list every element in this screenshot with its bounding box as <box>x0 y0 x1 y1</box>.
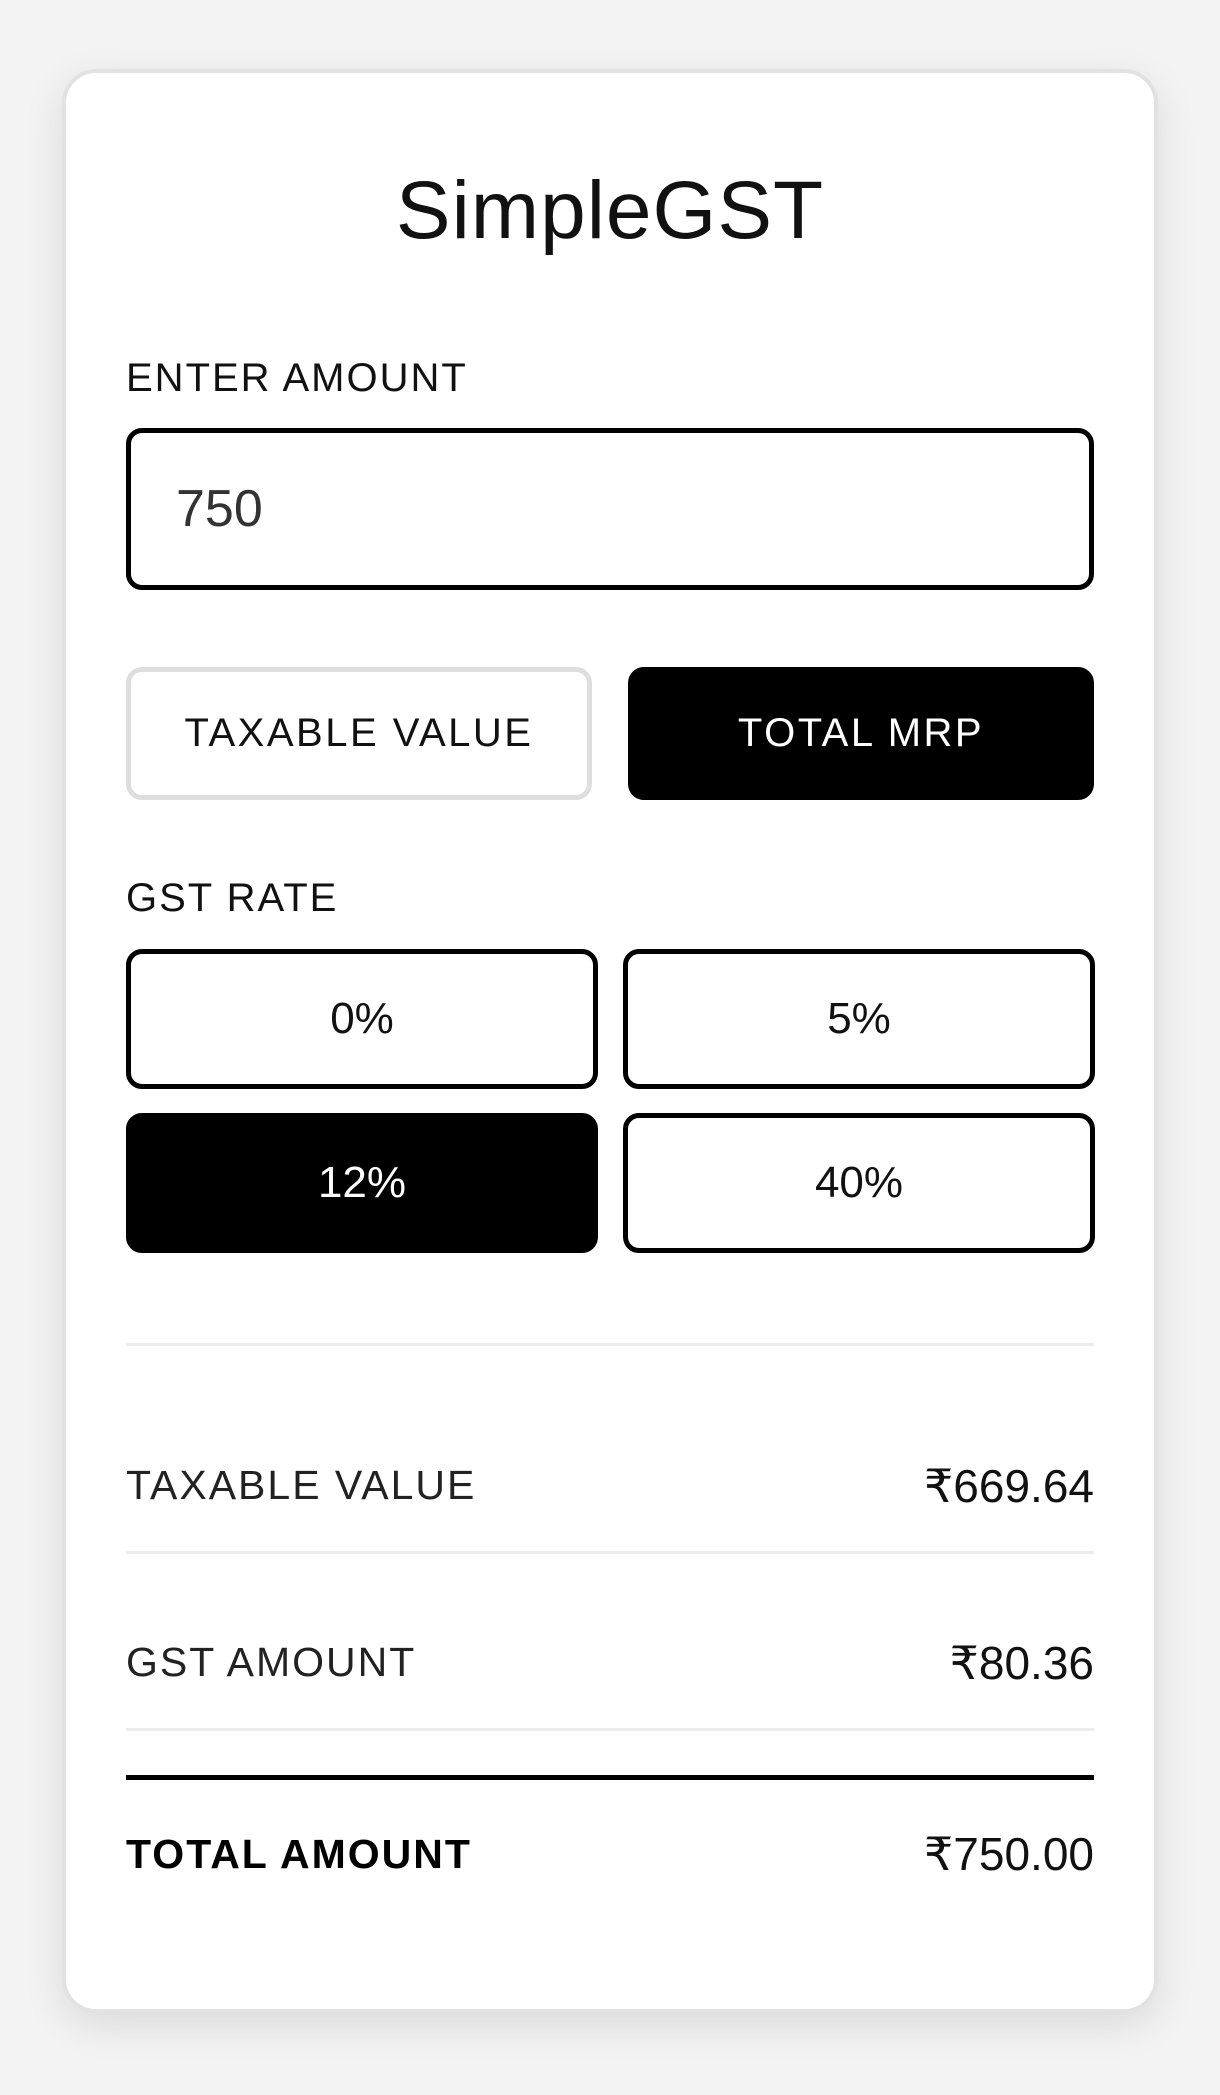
gst-rate-label: GST RATE <box>126 876 339 920</box>
total-divider <box>126 1775 1094 1780</box>
total-amount-label: TOTAL AMOUNT <box>126 1831 472 1877</box>
amount-input[interactable] <box>126 428 1094 590</box>
rate-40-button[interactable]: 40% <box>623 1113 1095 1253</box>
gst-amount-label: GST AMOUNT <box>126 1639 417 1685</box>
rate-0-button[interactable]: 0% <box>126 949 598 1089</box>
rate-5-button[interactable]: 5% <box>623 949 1095 1089</box>
taxable-value-label: TAXABLE VALUE <box>126 1462 477 1508</box>
total-amount-value: ₹750.00 <box>924 1828 1094 1880</box>
taxable-value-amount: ₹669.64 <box>924 1460 1094 1512</box>
row-divider <box>126 1551 1094 1554</box>
gst-amount-value: ₹80.36 <box>949 1637 1094 1689</box>
row-divider <box>126 1728 1094 1731</box>
taxable-value-button[interactable]: TAXABLE VALUE <box>126 667 592 800</box>
app-title: SimpleGST <box>395 165 825 256</box>
amount-label: ENTER AMOUNT <box>126 356 468 400</box>
results-divider <box>126 1343 1094 1346</box>
rate-12-button[interactable]: 12% <box>126 1113 598 1253</box>
total-mrp-button[interactable]: TOTAL MRP <box>628 667 1094 800</box>
